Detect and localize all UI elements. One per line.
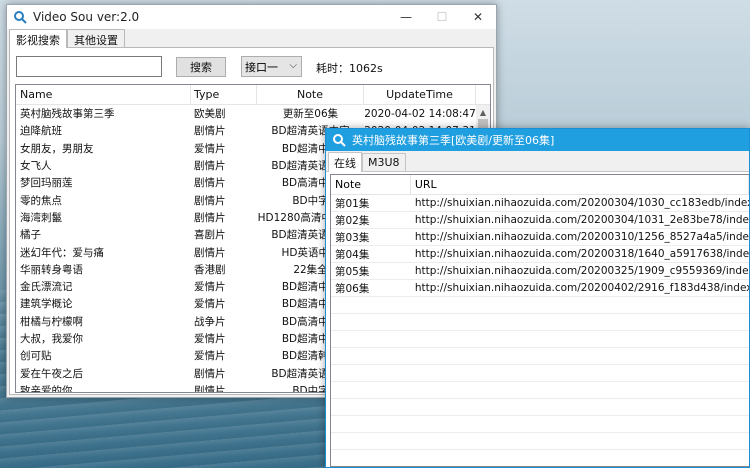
row-name: 海湾刺鬣 [20,211,62,224]
column-header-type[interactable]: Type [191,85,257,104]
row-type: 欧美剧 [194,108,226,121]
row-name: 建筑学概论 [20,298,73,311]
row-type: 喜剧片 [194,229,226,242]
list-item[interactable]: 第01集 http://shuixian.nihaozuida.com/20200… [331,195,749,212]
detail-window: 英村脑残故事第三季[欧美剧/更新至06集] 在线 M3U8 Note URL 第… [325,128,750,468]
maximize-button[interactable]: ☐ [424,5,460,29]
row-name: 橘子 [20,229,41,242]
episode-url: http://shuixian.nihaozuida.com/20200304/… [414,214,749,226]
search-input[interactable] [16,56,162,77]
row-type: 爱情片 [194,142,226,155]
row-type: 剧情片 [194,177,226,190]
main-titlebar[interactable]: Video Sou ver:2.0 — ☐ ✕ [7,5,496,29]
row-name: 致亲爱的你 [20,384,73,393]
row-type: 爱情片 [194,333,226,345]
row-type: 剧情片 [194,211,226,224]
row-type: 剧情片 [194,160,226,173]
chevron-down-icon: ⌵ [289,60,297,71]
row-name: 迫降航班 [20,125,62,138]
row-name: 大叔，我爱你 [20,333,83,345]
results-header: Name Type Note UpdateTime [16,85,490,105]
row-name: 华丽转身粤语 [20,263,83,276]
row-name: 爱在午夜之后 [20,367,83,380]
row-type: 爱情片 [194,350,226,363]
row-update-time: 2020-04-02 14:08:47 [364,107,476,120]
column-header-name[interactable]: Name [16,85,191,104]
row-name: 创可贴 [20,350,52,363]
main-tabs: 影视搜索 其他设置 [7,29,496,48]
row-type: 剧情片 [194,125,226,138]
empty-row [331,314,749,331]
episode-list[interactable]: Note URL 第01集 http://shuixian.nihaozuida.… [330,174,749,467]
detail-tabs: 在线 M3U8 [326,151,749,172]
tab-video-search[interactable]: 影视搜索 [9,29,67,48]
tab-online[interactable]: 在线 [328,152,362,172]
empty-row [331,365,749,382]
episode-url: http://shuixian.nihaozuida.com/20200318/… [414,248,749,260]
source-select-value: 接口一 [245,60,278,74]
empty-row [331,331,749,348]
column-header-note[interactable]: Note [331,175,411,194]
episode-note: 第03集 [335,231,370,244]
episode-note: 第02集 [335,214,370,227]
tab-m3u8[interactable]: M3U8 [362,153,406,171]
episode-note: 第05集 [335,265,370,278]
search-button[interactable]: 搜索 [176,57,226,77]
episode-header: Note URL [331,175,749,195]
row-name: 金氏漂流记 [20,281,73,294]
episode-url: http://shuixian.nihaozuida.com/20200310/… [414,231,749,243]
row-type: 爱情片 [194,281,226,294]
row-name: 女朋友，男朋友 [20,142,94,155]
row-type: 剧情片 [194,194,226,207]
empty-row [331,348,749,365]
detail-titlebar[interactable]: 英村脑残故事第三季[欧美剧/更新至06集] [326,129,749,151]
empty-row [331,399,749,416]
row-type: 爱情片 [194,298,226,311]
app-icon [333,134,346,147]
detail-tab-panel: Note URL 第01集 http://shuixian.nihaozuida.… [326,171,749,467]
episode-url: http://shuixian.nihaozuida.com/20200325/… [414,265,749,277]
list-item[interactable]: 第04集 http://shuixian.nihaozuida.com/20200… [331,246,749,263]
empty-row [331,433,749,450]
tab-other-settings[interactable]: 其他设置 [67,29,125,47]
episode-note: 第04集 [335,248,370,261]
timing-label: 耗时：1062s [316,62,383,75]
column-header-url[interactable]: URL [411,175,749,194]
episode-note: 第01集 [335,197,370,210]
row-type: 剧情片 [194,246,226,259]
row-type: 香港剧 [194,263,226,276]
row-name: 柑橘与柠檬啊 [20,315,83,328]
list-item[interactable]: 第02集 http://shuixian.nihaozuida.com/20200… [331,212,749,229]
episode-body: 第01集 http://shuixian.nihaozuida.com/20200… [331,195,749,450]
window-title: Video Sou ver:2.0 [33,10,140,24]
column-header-update-time[interactable]: UpdateTime [364,85,476,104]
row-name: 零的焦点 [20,194,62,207]
app-icon [14,11,27,24]
row-name: 迷幻年代：爱与痛 [20,246,104,259]
empty-row [331,297,749,314]
scroll-up-icon[interactable]: ▲ [476,105,490,119]
row-name: 英村脑残故事第三季 [20,108,115,121]
empty-row [331,416,749,433]
row-note: 更新至06集 [282,108,339,121]
detail-title: 英村脑残故事第三季[欧美剧/更新至06集] [352,134,555,147]
empty-row [331,382,749,399]
column-header-note[interactable]: Note [257,85,364,104]
list-item[interactable]: 第06集 http://shuixian.nihaozuida.com/20200… [331,280,749,297]
table-row[interactable]: 英村脑残故事第三季 欧美剧 更新至06集 2020-04-02 14:08:47 [16,105,490,122]
close-button[interactable]: ✕ [460,5,496,29]
list-item[interactable]: 第03集 http://shuixian.nihaozuida.com/20200… [331,229,749,246]
list-item[interactable]: 第05集 http://shuixian.nihaozuida.com/20200… [331,263,749,280]
source-select[interactable]: 接口一 ⌵ [241,56,302,77]
row-type: 战争片 [194,315,226,328]
episode-url: http://shuixian.nihaozuida.com/20200402/… [414,282,749,294]
episode-note: 第06集 [335,282,370,295]
row-name: 女飞人 [20,160,52,173]
episode-url: http://shuixian.nihaozuida.com/20200304/… [414,197,749,209]
row-name: 梦回玛丽莲 [20,177,73,190]
minimize-button[interactable]: — [388,5,424,29]
row-type: 剧情片 [194,384,226,393]
row-type: 剧情片 [194,367,226,380]
